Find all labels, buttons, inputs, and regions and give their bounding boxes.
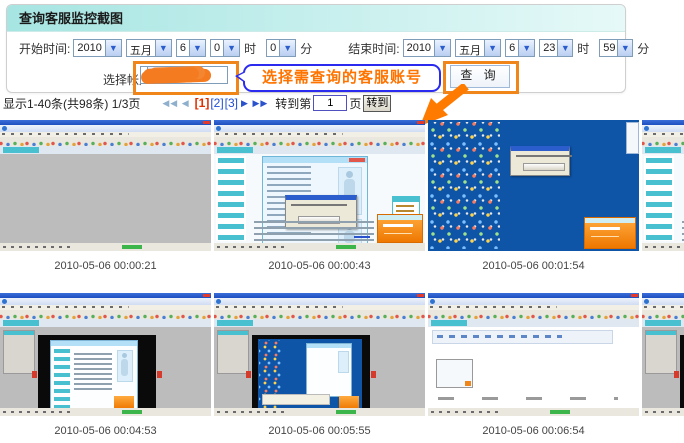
end-minute-select[interactable]: 59▼ (599, 39, 633, 57)
screenshot-query-page: { "colors": { "annotation_orange": "#f08… (0, 0, 684, 443)
screenshot-thumbnail[interactable] (428, 293, 639, 416)
start-day-select[interactable]: 6▼ (176, 39, 206, 57)
screenshot-timestamp: 2010-05-06 00:01:54 (428, 260, 639, 272)
screenshot-thumbnail[interactable] (428, 120, 639, 251)
start-time-label: 开始时间: (19, 40, 70, 57)
minute-suffix-label: 分 (637, 40, 649, 57)
chevron-down-icon: ▼ (484, 40, 500, 56)
goto-button[interactable]: 转到 (363, 95, 391, 112)
start-year-select[interactable]: 2010▼ (73, 39, 121, 57)
end-day-select[interactable]: 6▼ (505, 39, 535, 57)
account-row: 选择帐户: ▼ 选择需查询的客服账号 查 询 (7, 64, 625, 92)
screenshot-thumbnail[interactable] (642, 120, 684, 251)
screenshot-cell (642, 293, 684, 437)
screenshot-thumbnail[interactable] (0, 293, 211, 416)
chevron-down-icon: ▼ (557, 40, 572, 56)
thumbnail-row-1: 2010-05-06 00:00:21 2010-05-06 00:00:43 (0, 120, 684, 272)
chevron-down-icon: ▼ (434, 40, 450, 56)
page-link-1[interactable]: [1] (195, 96, 210, 110)
time-range-row: 开始时间: 2010▼ 五月▼ 6▼ 0▼ 时 0▼ 分 结束时间: 2010▼… (19, 39, 621, 57)
screenshot-cell: 2010-05-06 00:04:53 (0, 293, 211, 437)
redacted-account-scribble (143, 67, 147, 82)
account-select[interactable]: ▼ (140, 66, 228, 84)
screenshot-cell: 2010-05-06 00:00:43 (214, 120, 425, 272)
chevron-down-icon: ▼ (279, 40, 295, 56)
bubble-tail-icon (235, 71, 245, 83)
chevron-down-icon: ▼ (617, 40, 632, 56)
chevron-down-icon: ▼ (518, 40, 534, 56)
pagination-bar: 显示1-40条(共98条) 1/3页 ◀◀ ◀ [1] [2] [3] ▶ ▶▶… (3, 93, 681, 113)
goto-prefix-label: 转到第 (275, 95, 311, 112)
screenshot-thumbnail[interactable] (214, 120, 425, 251)
query-form: 开始时间: 2010▼ 五月▼ 6▼ 0▼ 时 0▼ 分 结束时间: 2010▼… (7, 32, 625, 92)
screenshot-thumbnail[interactable] (642, 293, 684, 416)
screenshot-timestamp: 2010-05-06 00:04:53 (0, 425, 211, 437)
screenshot-thumbnail[interactable] (214, 293, 425, 416)
prev-page-icon[interactable]: ◀ (182, 98, 190, 108)
query-panel: 查询客服监控截图 开始时间: 2010▼ 五月▼ 6▼ 0▼ 时 0▼ 分 结束… (6, 4, 626, 93)
end-time-label: 结束时间: (348, 40, 399, 57)
start-minute-select[interactable]: 0▼ (266, 39, 296, 57)
end-month-select[interactable]: 五月▼ (455, 39, 501, 57)
screenshot-timestamp: 2010-05-06 00:06:54 (428, 425, 639, 437)
screenshot-timestamp: 2010-05-06 00:05:55 (214, 425, 425, 437)
screenshot-timestamp: 2010-05-06 00:00:21 (0, 260, 211, 272)
hour-suffix-label: 时 (244, 40, 256, 57)
screenshot-cell: 2010-05-06 00:05:55 (214, 293, 425, 437)
page-link-2[interactable]: [2] (210, 96, 223, 110)
result-summary: 显示1-40条(共98条) 1/3页 (3, 95, 140, 112)
goto-suffix-label: 页 (349, 95, 361, 112)
chevron-down-icon: ▼ (155, 40, 171, 56)
screenshot-cell: 2010-05-06 00:06:54 (428, 293, 639, 437)
chevron-down-icon: ▼ (105, 40, 121, 56)
screenshot-cell: 2010-05-06 00:01:54 (428, 120, 639, 272)
minute-suffix-label: 分 (300, 40, 312, 57)
thumbnail-row-2: 2010-05-06 00:04:53 2010-05-06 00:05:55 (0, 293, 684, 437)
end-hour-select[interactable]: 23▼ (539, 39, 573, 57)
next-page-icon[interactable]: ▶ (241, 98, 249, 108)
chevron-down-icon: ▼ (189, 40, 205, 56)
screenshot-timestamp: 2010-05-06 00:00:43 (214, 260, 425, 272)
annotation-bubble: 选择需查询的客服账号 (243, 64, 441, 92)
chevron-down-icon: ▼ (223, 40, 239, 56)
first-page-icon[interactable]: ◀◀ (162, 98, 178, 108)
screenshot-cell (642, 120, 684, 272)
page-number-input[interactable] (313, 95, 347, 111)
last-page-icon[interactable]: ▶▶ (252, 98, 268, 108)
screenshot-thumbnail[interactable] (0, 120, 211, 251)
start-month-select[interactable]: 五月▼ (126, 39, 172, 57)
hour-suffix-label: 时 (577, 40, 589, 57)
page-link-3[interactable]: [3] (225, 96, 238, 110)
panel-title: 查询客服监控截图 (7, 5, 625, 32)
end-year-select[interactable]: 2010▼ (403, 39, 451, 57)
screenshot-cell: 2010-05-06 00:00:21 (0, 120, 211, 272)
start-hour-select[interactable]: 0▼ (210, 39, 240, 57)
